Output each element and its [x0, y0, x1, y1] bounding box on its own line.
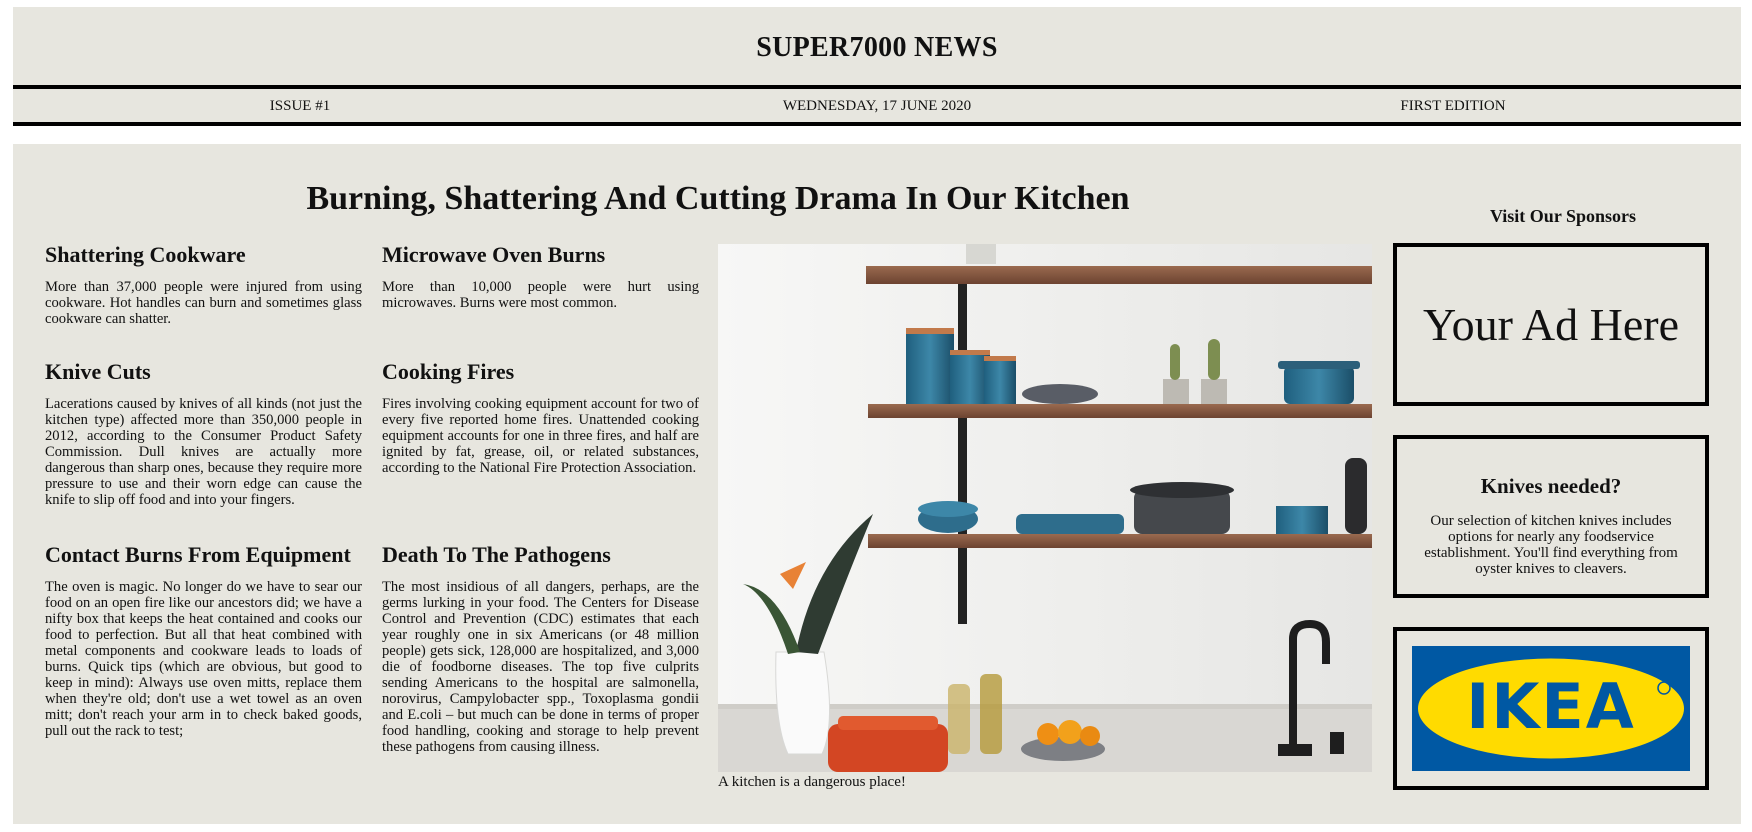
article-shattering-cookware: Shattering Cookware More than 37,000 peo…	[45, 242, 362, 327]
article-knive-cuts: Knive Cuts Lacerations caused by knives …	[45, 359, 362, 508]
article-title: Death To The Pathogens	[382, 542, 611, 567]
photo-caption: A kitchen is a dangerous place!	[718, 774, 906, 790]
ikea-ad-box[interactable]: IKEA	[1393, 627, 1709, 790]
article-body: The oven is magic. No longer do we have …	[45, 579, 362, 739]
article-title: Contact Burns From Equipment	[45, 542, 351, 567]
article-body: More than 37,000 people were injured fro…	[45, 279, 362, 327]
article-title: Cooking Fires	[382, 359, 515, 384]
kitchen-photo	[718, 244, 1372, 772]
article-pathogens: Death To The Pathogens The most insidiou…	[382, 542, 699, 755]
issue-number: ISSUE #1	[269, 98, 331, 114]
edition-label: FIRST EDITION	[1400, 98, 1506, 114]
article-title: Knive Cuts	[45, 359, 151, 384]
newspaper-content: Burning, Shattering And Cutting Drama In…	[13, 144, 1741, 824]
article-contact-burns: Contact Burns From Equipment The oven is…	[45, 542, 362, 739]
knives-ad-title: Knives needed?	[1480, 474, 1622, 498]
main-headline: Burning, Shattering And Cutting Drama In…	[306, 180, 1130, 217]
kitchen-illustration	[718, 244, 1372, 772]
article-body: More than 10,000 people were hurt using …	[382, 279, 699, 311]
article-body: Lacerations caused by knives of all kind…	[45, 396, 362, 508]
ad-placeholder-text: Your Ad Here	[1423, 298, 1679, 350]
sponsors-heading: Visit Our Sponsors	[1489, 206, 1637, 226]
article-cooking-fires: Cooking Fires Fires involving cooking eq…	[382, 359, 699, 476]
ikea-logo[interactable]: IKEA	[1412, 646, 1690, 771]
newspaper-title: SUPER7000 NEWS	[756, 32, 998, 63]
masthead: SUPER7000 NEWS	[13, 7, 1741, 85]
ikea-logo-text: IKEA	[1466, 670, 1635, 743]
issue-date: WEDNESDAY, 17 JUNE 2020	[782, 98, 972, 114]
issue-info-bar: ISSUE #1 WEDNESDAY, 17 JUNE 2020 FIRST E…	[13, 89, 1741, 122]
article-title: Microwave Oven Burns	[382, 242, 606, 267]
divider-rule	[13, 122, 1741, 126]
ad-placeholder-box[interactable]: Your Ad Here	[1393, 243, 1709, 406]
article-title: Shattering Cookware	[45, 242, 246, 267]
knives-ad-box[interactable]: Knives needed? Our selection of kitchen …	[1393, 435, 1709, 598]
article-body: The most insidious of all dangers, perha…	[382, 579, 699, 755]
article-microwave-burns: Microwave Oven Burns More than 10,000 pe…	[382, 242, 699, 311]
article-body: Fires involving cooking equipment accoun…	[382, 396, 699, 476]
knives-ad-body: Our selection of kitchen knives includes…	[1424, 513, 1678, 577]
